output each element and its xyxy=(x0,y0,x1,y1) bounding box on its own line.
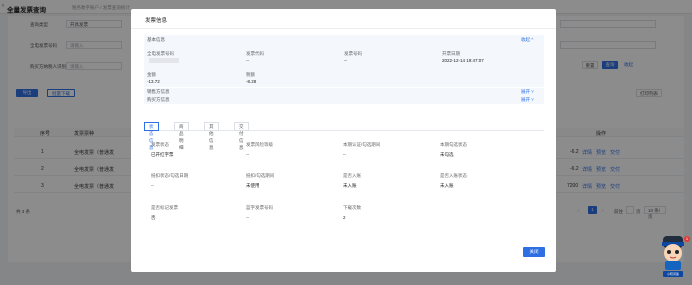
status-label-booked: 是否入账 xyxy=(343,173,361,178)
status-label-invoice-status: 发票状态 xyxy=(151,142,169,147)
status-value-deduct-period: 未使用 xyxy=(246,183,260,188)
status-label-deduct-period: 抵扣/勾选期间 xyxy=(246,173,275,178)
field-label-tax: 税额 xyxy=(246,72,255,77)
masked-value xyxy=(149,58,179,64)
field-value-issue-date: 2022-12-14 19:47:07 xyxy=(442,58,484,63)
tab-item-details[interactable]: 商品明细 xyxy=(174,122,189,150)
status-value-booked: 未入账 xyxy=(343,183,357,188)
field-label-issue-date: 开票日期 xyxy=(442,51,460,56)
basic-info-section: 基本信息 收起 ^ 全电发票号码 发票代码 -- 发票号码 -- 开票日期 20… xyxy=(144,35,544,87)
field-value-tax: -8.28 xyxy=(246,79,257,84)
status-value-blue-invoice-number: -- xyxy=(246,215,249,220)
status-value-risk-level: -- xyxy=(246,152,249,157)
dialog-divider xyxy=(131,28,556,29)
field-value-einvoice-number xyxy=(147,58,179,64)
status-label-check-status: 本期勾选状态 xyxy=(440,142,467,147)
status-label-deduct-date: 抵扣状态/勾选日期 xyxy=(151,173,189,178)
buyer-info-expand-toggle[interactable]: 展开 ˅ xyxy=(521,97,534,103)
status-value-check-status: 未勾选 xyxy=(440,152,454,157)
status-value-deduct-date: -- xyxy=(151,183,154,188)
field-label-invoice-number: 发票号码 xyxy=(344,51,362,56)
status-value-invoice-status: 已开红字票 xyxy=(151,152,174,157)
status-label-blue-invoice-number: 蓝字发票号码 xyxy=(246,205,273,210)
status-value-booked-status: 未入账 xyxy=(440,183,454,188)
status-label-booked-status: 是否入账状态 xyxy=(440,173,467,178)
tab-other-info[interactable]: 其他信息 xyxy=(204,122,219,150)
field-value-invoice-number: -- xyxy=(344,58,347,63)
seller-info-heading: 销售方信息 xyxy=(147,89,170,94)
invoice-info-dialog: 发票信息 基本信息 收起 ^ 全电发票号码 发票代码 -- 发票号码 -- 开票… xyxy=(131,9,556,272)
basic-info-heading: 基本信息 xyxy=(147,37,165,42)
field-value-amount: -13.72 xyxy=(147,79,160,84)
status-value-marked: 否 xyxy=(151,215,156,220)
assistant-label: 小晓问答 xyxy=(666,272,679,276)
status-label-marked: 是否标记发票 xyxy=(151,205,178,210)
status-label-download-count: 下载次数 xyxy=(343,205,361,210)
buyer-info-heading: 购买方信息 xyxy=(147,97,170,102)
seller-info-expand-toggle[interactable]: 展开 ˅ xyxy=(521,89,534,95)
assistant-avatar[interactable]: 小晓问答 xyxy=(659,234,687,278)
buyer-info-section: 购买方信息 展开 ˅ xyxy=(144,96,544,104)
field-label-invoice-code: 发票代码 xyxy=(246,51,264,56)
status-label-risk-level: 发票风险等级 xyxy=(246,142,273,147)
tab-delivery-info[interactable]: 交付信息 xyxy=(234,122,249,150)
basic-info-collapse-toggle[interactable]: 收起 ^ xyxy=(521,37,533,43)
field-label-amount: 金额 xyxy=(147,72,156,77)
status-label-cert-period: 本期认证/勾选期间 xyxy=(343,142,381,147)
tab-status-info[interactable]: 状态信息 xyxy=(144,122,159,150)
status-value-cert-period: -- xyxy=(343,152,346,157)
notification-badge: 1 xyxy=(684,236,690,242)
field-value-invoice-code: -- xyxy=(246,58,249,63)
close-button[interactable]: 关闭 xyxy=(523,247,545,257)
field-label-einvoice-number: 全电发票号码 xyxy=(147,51,174,56)
status-value-download-count: 2 xyxy=(343,215,346,220)
dialog-title: 发票信息 xyxy=(145,18,168,24)
seller-info-section: 销售方信息 展开 ˅ xyxy=(144,88,544,96)
